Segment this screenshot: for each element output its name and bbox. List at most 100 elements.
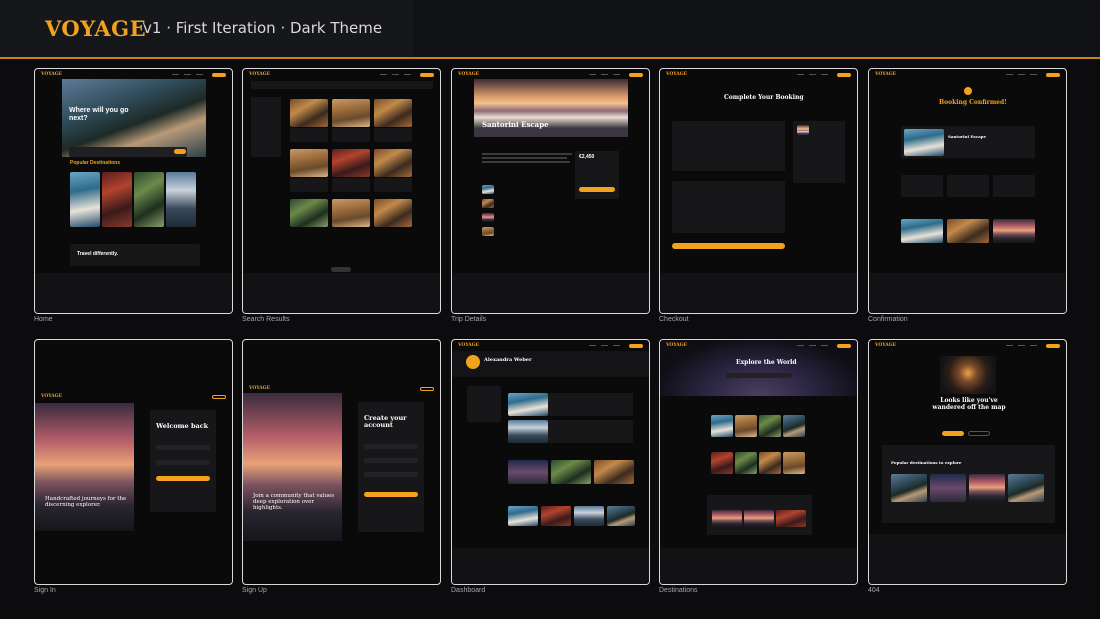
- mini-logo: VOYAGE: [458, 343, 480, 348]
- region-image: [711, 452, 733, 474]
- check-icon: [964, 87, 972, 95]
- dest-image: [70, 172, 100, 227]
- brand-logo: VOYAGE: [45, 16, 147, 41]
- past-trip-image: [551, 460, 591, 484]
- checkout-title: Complete Your Booking: [724, 94, 804, 101]
- screen-card-trip-details[interactable]: VOYAGE Santorini Escape €2,450: [451, 68, 650, 314]
- book-button: [579, 187, 615, 192]
- mini-nav: VOYAGE: [35, 391, 232, 402]
- suggestion-image: [947, 219, 989, 243]
- suggestion-image: [993, 219, 1035, 243]
- pagination: [331, 267, 351, 272]
- screen-card-search-results[interactable]: VOYAGE: [242, 68, 441, 314]
- screen-card-destinations[interactable]: VOYAGE Explore the World: [659, 339, 858, 585]
- next-step: [901, 175, 943, 197]
- mini-footer: [35, 273, 232, 313]
- dashboard-sidebar: [467, 386, 501, 422]
- name-field: [364, 444, 418, 449]
- screen-label-sign-up: Sign Up: [242, 587, 267, 594]
- sign-in-button: [156, 476, 210, 481]
- suggestion-image: [969, 474, 1005, 502]
- dest-image: [134, 172, 164, 227]
- sign-up-title: Create your account: [364, 414, 407, 430]
- screen-label-404: 404: [868, 587, 880, 594]
- result-image: [290, 99, 328, 127]
- mini-logo: VOYAGE: [666, 343, 688, 348]
- next-step: [947, 175, 989, 197]
- result-image: [374, 199, 412, 227]
- mini-footer: [452, 273, 649, 313]
- home-button: [942, 431, 964, 436]
- email-field: [364, 458, 418, 463]
- lantern-image: [940, 356, 996, 394]
- screen-label-destinations: Destinations: [659, 587, 698, 594]
- trending-image: [776, 510, 806, 527]
- result-image: [332, 149, 370, 177]
- upcoming-trip-info: [548, 420, 633, 443]
- next-step: [993, 175, 1035, 197]
- screen-label-home: Home: [34, 316, 53, 323]
- header-bar: VOYAGE v1 · First Iteration · Dark Theme: [0, 0, 1100, 57]
- upcoming-trip-info: [548, 393, 633, 416]
- mini-nav: VOYAGE: [660, 340, 857, 351]
- search-bar: [69, 147, 187, 157]
- browse-button: [968, 431, 990, 436]
- mini-logo: VOYAGE: [666, 72, 688, 77]
- accent-divider: [0, 57, 1100, 59]
- sign-up-tagline: Join a community that values deep explor…: [253, 493, 335, 512]
- booking-trip-name: Santorini Escape: [948, 134, 987, 139]
- sign-in-image: [35, 403, 134, 531]
- suggestion-image: [930, 474, 966, 502]
- itinerary-thumb: [482, 199, 494, 208]
- avatar: [466, 355, 480, 369]
- saved-destination-image: [541, 506, 571, 526]
- screen-label-confirmation: Confirmation: [868, 316, 908, 323]
- region-image: [735, 452, 757, 474]
- itinerary-thumb: [482, 227, 494, 236]
- mini-footer: [452, 548, 649, 584]
- hero-headline: Where will you go next?: [69, 107, 129, 122]
- not-found-title: Looks like you've wandered off the map: [932, 397, 1006, 411]
- upcoming-trip-image: [508, 393, 548, 416]
- banner-text: Travel differently.: [77, 251, 119, 257]
- screen-card-home[interactable]: VOYAGE Where will you go next? Popular D…: [34, 68, 233, 314]
- result-image: [374, 149, 412, 177]
- summary-thumb: [797, 125, 809, 135]
- trending-image: [744, 510, 774, 527]
- trip-title: Santorini Escape: [482, 120, 549, 129]
- suggestion-image: [901, 219, 943, 243]
- result-info: [290, 128, 328, 142]
- screen-card-checkout[interactable]: VOYAGE Complete Your Booking: [659, 68, 858, 314]
- mini-logo: VOYAGE: [875, 343, 897, 348]
- create-account-button: [364, 492, 418, 497]
- screen-card-dashboard[interactable]: VOYAGE Alexandra Weber: [451, 339, 650, 585]
- payment-details-form: [672, 181, 785, 233]
- destination-search: [726, 373, 792, 378]
- screen-card-404[interactable]: VOYAGE Looks like you've wandered off th…: [868, 339, 1067, 585]
- screen-card-confirmation[interactable]: VOYAGE Booking Confirmed! Santorini Esca…: [868, 68, 1067, 314]
- dest-image: [102, 172, 132, 227]
- password-field: [156, 460, 210, 465]
- screen-card-sign-up[interactable]: VOYAGE Join a community that values deep…: [242, 339, 441, 585]
- mini-footer: [869, 273, 1066, 313]
- region-image: [735, 415, 757, 437]
- itinerary-thumb: [482, 213, 494, 222]
- mini-logo: VOYAGE: [249, 386, 271, 391]
- screen-label-checkout: Checkout: [659, 316, 689, 323]
- sign-in-tagline: Handcrafted journeys for the discerning …: [45, 496, 127, 509]
- saved-destination-image: [574, 506, 604, 526]
- screen-card-sign-in[interactable]: VOYAGE Handcrafted journeys for the disc…: [34, 339, 233, 585]
- result-info: [290, 178, 328, 192]
- mini-nav: VOYAGE: [452, 340, 649, 351]
- suggestion-image: [1008, 474, 1044, 502]
- result-image: [290, 199, 328, 227]
- complete-booking-button: [672, 243, 785, 249]
- confirmation-title: Booking Confirmed!: [939, 99, 1007, 106]
- saved-destination-image: [508, 506, 538, 526]
- result-image: [374, 99, 412, 127]
- mini-logo: VOYAGE: [41, 394, 63, 399]
- result-info: [332, 178, 370, 192]
- mini-footer: [660, 548, 857, 584]
- suggestions-title: Popular destinations to explore: [891, 460, 962, 465]
- mini-logo: VOYAGE: [41, 72, 63, 77]
